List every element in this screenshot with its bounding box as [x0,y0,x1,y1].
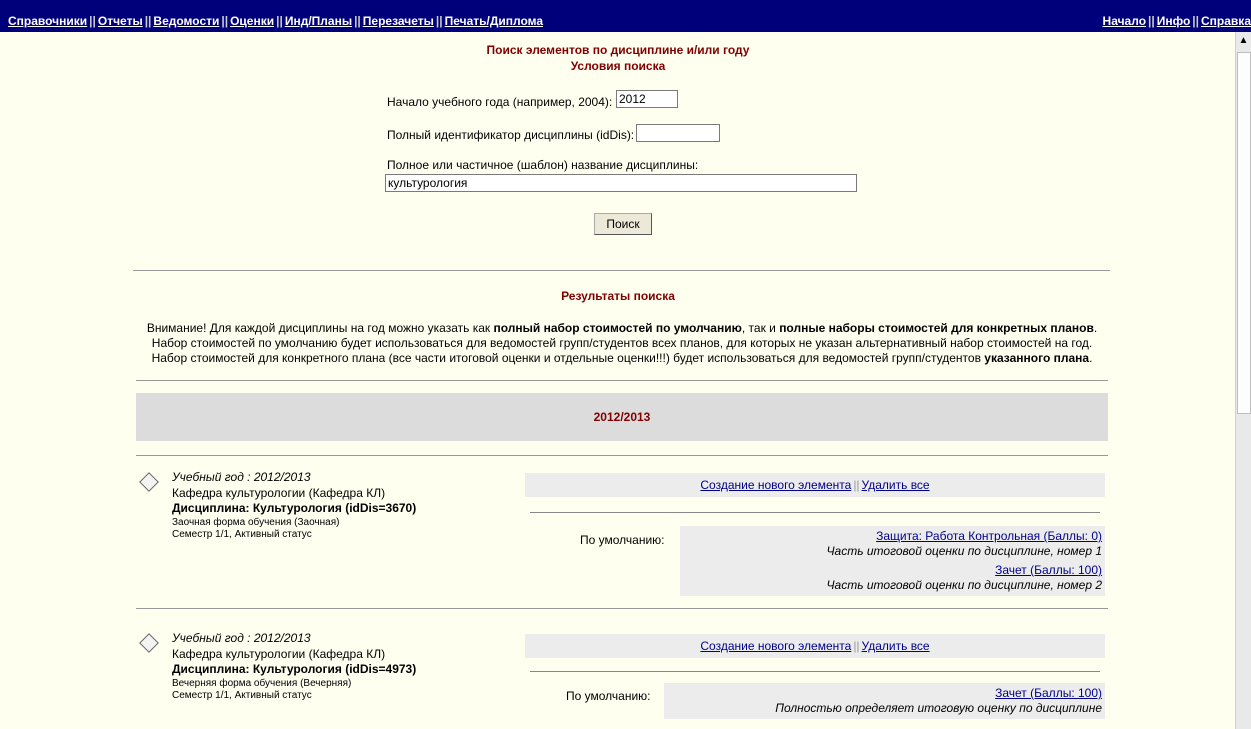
divider [530,512,1100,513]
grade-item-link[interactable]: Зачет (Баллы: 100) [995,563,1102,577]
search-subtitle: Условия поиска [570,59,666,73]
main-content: Поиск элементов по дисциплине и/или году… [0,32,1236,729]
scrollbar-thumb[interactable] [1237,52,1251,414]
grade-item-link[interactable]: Зачет (Баллы: 100) [995,686,1102,700]
nav-link-pechat-diploma[interactable]: Печать/Диплома [445,14,543,28]
nav-link-vedomosti[interactable]: Ведомости [153,14,219,28]
nav-separator: || [89,14,96,28]
year-input[interactable] [616,90,678,108]
default-label: По умолчанию: [580,533,665,547]
nav-separator: || [144,14,152,28]
top-nav-bar: Справочники || Отчеты || Ведомости || Оценки ||… [0,0,1251,32]
search-button[interactable]: Поиск [594,213,652,235]
entry-actions: Создание нового элемента || Удалить все [525,473,1105,497]
iddis-input[interactable] [636,124,720,142]
nav-link-nachalo[interactable]: Начало [1103,14,1146,28]
nav-link-info[interactable]: Инфо [1157,14,1191,28]
nav-link-ind-plany[interactable]: Инд/Планы [285,14,352,28]
diamond-bullet-icon [139,633,159,653]
scroll-up-arrow-icon[interactable]: ▲ [1237,34,1250,48]
notice-line-3: Набор стоимостей для конкретного плана (… [136,351,1108,366]
grade-item-description: Часть итоговой оценки по дисциплине, ном… [826,578,1102,592]
notice-bold: указанного плана [984,351,1090,365]
notice-text: . [1093,321,1098,335]
entry-discipline: Дисциплина: Культурология (idDis=3670) [172,501,417,515]
nav-separator: || [354,14,361,28]
divider [530,671,1100,672]
nav-separator: || [1192,14,1200,28]
results-notice: Внимание! Для каждой дисциплины на год м… [136,321,1108,366]
nav-link-perezachety[interactable]: Перезачеты [363,14,434,28]
name-label: Полное или частичное (шаблон) название д… [387,158,699,172]
nav-right: Начало || Инфо || Справка [1103,14,1251,28]
year-group-header: 2012/2013 [136,393,1108,441]
iddis-label: Полный идентификатор дисциплины (idDis): [387,128,635,142]
nav-link-otsenki[interactable]: Оценки [230,14,274,28]
grade-item-description: Полностью определяет итоговую оценку по … [775,701,1102,715]
delete-all-link[interactable]: Удалить все [862,639,930,653]
grade-item: Защита: Работа Контрольная (Баллы: 0) Ча… [680,526,1105,562]
diamond-bullet-icon [139,472,159,492]
entry-department: Кафедра культурологии (Кафедра КЛ) [172,647,386,661]
grade-item-description: Часть итоговой оценки по дисциплине, ном… [826,544,1102,558]
grade-item: Зачет (Баллы: 100) Часть итоговой оценки… [680,560,1105,596]
notice-bold: полный набор стоимостей по умолчанию [493,321,742,335]
notice-text: . [1089,351,1093,365]
notice-line-1: Внимание! Для каждой дисциплины на год м… [136,321,1108,336]
grade-item-link[interactable]: Защита: Работа Контрольная (Баллы: 0) [876,529,1102,543]
search-title: Поиск элементов по дисциплине и/или году [486,43,750,57]
divider [136,455,1108,456]
delete-all-link[interactable]: Удалить все [862,478,930,492]
nav-separator: || [435,14,443,28]
entry-year: Учебный год : 2012/2013 [172,470,311,484]
entry-study-form: Заочная форма обучения (Заочная) [172,517,340,528]
create-element-link[interactable]: Создание нового элемента [700,478,851,492]
entry-year: Учебный год : 2012/2013 [172,631,311,645]
entry-actions: Создание нового элемента || Удалить все [525,634,1105,658]
create-element-link[interactable]: Создание нового элемента [700,639,851,653]
discipline-name-input[interactable] [385,174,857,192]
entry-discipline: Дисциплина: Культурология (idDis=4973) [172,662,417,676]
entry-semester: Семестр 1/1, Активный статус [172,690,312,701]
year-label: Начало учебного года (например, 2004): [387,95,613,109]
vertical-scrollbar[interactable]: ▲ [1235,32,1251,729]
entry-study-form: Вечерняя форма обучения (Вечерняя) [172,678,352,689]
results-title: Результаты поиска [561,289,675,303]
divider [136,608,1108,609]
notice-bold: полные наборы стоимостей для конкретных … [779,321,1094,335]
notice-text: Внимание! Для каждой дисциплины на год м… [146,321,494,335]
nav-separator: || [1148,14,1155,28]
entry-department: Кафедра культурологии (Кафедра КЛ) [172,486,386,500]
default-label: По умолчанию: [566,689,651,703]
divider [133,270,1110,271]
nav-link-otchety[interactable]: Отчеты [98,14,143,28]
nav-link-spravka[interactable]: Справка [1201,14,1251,28]
actions-separator: || [853,639,860,653]
nav-left: Справочники || Отчеты || Ведомости || Оценки ||… [8,14,543,28]
actions-separator: || [853,478,860,492]
nav-separator: || [276,14,283,28]
grade-item: Зачет (Баллы: 100) Полностью определяет … [664,683,1105,719]
notice-text: Набор стоимостей для конкретного плана (… [151,351,985,365]
entry-semester: Семестр 1/1, Активный статус [172,529,312,540]
notice-text: , так и [741,321,780,335]
nav-link-spravochniki[interactable]: Справочники [8,14,87,28]
nav-separator: || [221,14,229,28]
notice-line-2: Набор стоимостей по умолчанию будет испо… [151,336,1093,350]
divider [136,380,1108,381]
